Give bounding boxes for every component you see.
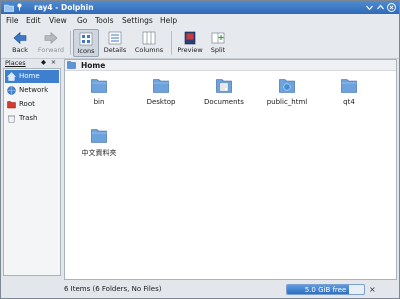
status-bar: 6 Items (6 Folders, No Files) 5.0 GiB fr… [1, 281, 399, 298]
arrow-right-icon [44, 31, 58, 45]
html-folder-icon [279, 79, 295, 93]
menu-tools[interactable]: Tools [95, 16, 113, 25]
folder-icon [91, 79, 107, 93]
details-view-icon [108, 31, 122, 45]
dolphin-window: ray4 - Dolphin File Edit View Go Tools S… [0, 0, 400, 299]
split-view-icon [211, 32, 225, 44]
file-item-bin[interactable]: bin [69, 78, 129, 112]
trash-icon [8, 115, 15, 123]
split-button[interactable]: Split [206, 29, 230, 57]
columns-view-icon [142, 31, 156, 45]
close-icon[interactable] [387, 3, 396, 12]
dolphin-app-icon[interactable] [4, 3, 14, 12]
folder-icon [67, 61, 76, 69]
columns-view-button[interactable]: Columns [132, 29, 166, 57]
icons-view-button[interactable]: Icons [73, 29, 99, 57]
toolbar-separator [70, 31, 71, 55]
breadcrumb[interactable]: Home [65, 60, 396, 71]
title-bar[interactable]: ray4 - Dolphin [1, 1, 399, 14]
place-item-home[interactable]: Home [5, 70, 59, 83]
folder-icon [341, 79, 357, 93]
places-title: Places [5, 59, 26, 67]
places-panel: Places ◆ × Home Network Root Trash [3, 59, 61, 276]
file-view[interactable]: Home bin Desktop Documents public_html q… [64, 59, 397, 280]
file-item-public-html[interactable]: public_html [257, 78, 317, 112]
arrow-left-icon [13, 31, 27, 45]
home-icon [7, 72, 16, 81]
file-item-chinese-folder[interactable]: 中文資料夾 [69, 128, 129, 162]
network-icon [7, 86, 16, 95]
back-button[interactable]: Back [5, 29, 35, 57]
free-space-label: 5.0 GiB free [304, 286, 347, 294]
file-item-documents[interactable]: Documents [194, 78, 254, 112]
folder-icon [91, 129, 107, 143]
pin-icon[interactable] [16, 3, 23, 11]
root-folder-icon [7, 101, 16, 109]
menu-file[interactable]: File [6, 16, 19, 25]
close-panel-icon[interactable]: × [50, 59, 57, 66]
places-list: Home Network Root Trash [3, 68, 61, 276]
window-title: ray4 - Dolphin [34, 3, 94, 12]
file-item-desktop[interactable]: Desktop [131, 78, 191, 112]
toolbar-separator [171, 31, 172, 55]
place-item-network[interactable]: Network [5, 84, 59, 97]
documents-folder-icon [216, 79, 232, 93]
details-view-button[interactable]: Details [101, 29, 129, 57]
menu-settings[interactable]: Settings [122, 16, 153, 25]
places-header: Places ◆ × [3, 59, 61, 68]
minimize-icon[interactable] [365, 3, 374, 12]
breadcrumb-location[interactable]: Home [81, 61, 105, 70]
file-item-qt4[interactable]: qt4 [319, 78, 379, 112]
menu-edit[interactable]: Edit [26, 16, 41, 25]
maximize-icon[interactable] [376, 3, 385, 12]
menu-view[interactable]: View [49, 16, 67, 25]
place-item-trash[interactable]: Trash [5, 112, 59, 125]
place-item-root[interactable]: Root [5, 98, 59, 111]
preview-button[interactable]: Preview [175, 29, 205, 57]
status-text: 6 Items (6 Folders, No Files) [64, 285, 162, 293]
free-space-bar[interactable]: 5.0 GiB free [286, 284, 365, 295]
preview-icon [184, 31, 196, 45]
close-space-info-icon[interactable]: × [369, 285, 378, 294]
forward-button[interactable]: Forward [35, 29, 67, 57]
icons-view-icon [79, 32, 93, 46]
menu-go[interactable]: Go [77, 16, 87, 25]
menu-bar: File Edit View Go Tools Settings Help [1, 14, 399, 27]
main-toolbar: Back Forward Icons Details Columns Previ… [1, 27, 399, 59]
menu-help[interactable]: Help [160, 16, 177, 25]
folder-icon [153, 79, 169, 93]
float-panel-icon[interactable]: ◆ [40, 59, 47, 66]
